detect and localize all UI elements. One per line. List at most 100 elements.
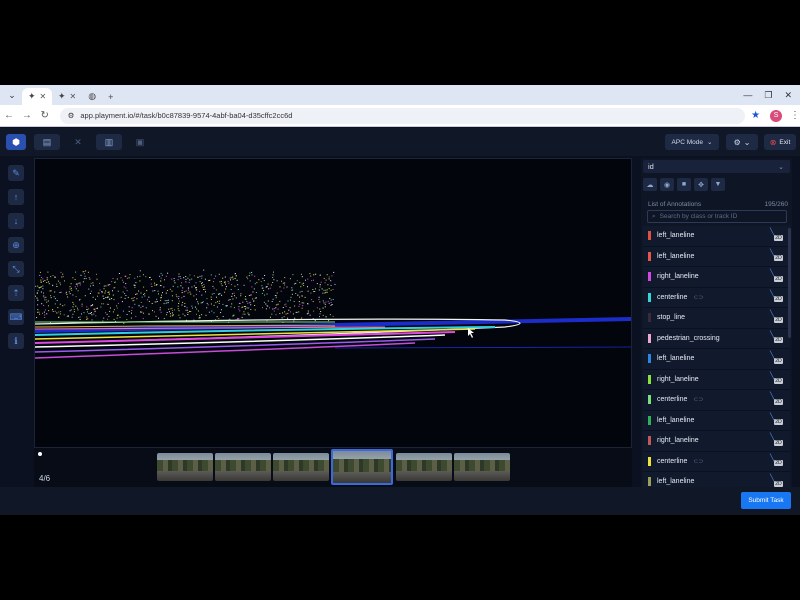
class-color-swatch	[648, 251, 651, 261]
camera-2d-icon[interactable]: ╲ 2D	[770, 434, 784, 446]
forward-icon[interactable]: →	[18, 110, 36, 121]
camera-2d-icon[interactable]: ╲ 2D	[770, 352, 784, 364]
camera-2d-icon[interactable]: ╲ 2D	[770, 373, 784, 385]
camera-2d-icon[interactable]: ╲ 2D	[770, 332, 784, 344]
annotation-row[interactable]: left_laneline ╲ 2D	[643, 226, 790, 247]
frame-strip: 4/6	[34, 447, 632, 487]
url-field[interactable]: ⚙ app.playment.io/#/task/b0c87839-9574-4…	[59, 107, 746, 124]
keyboard-icon[interactable]: ⌨	[8, 309, 24, 325]
browser-menu-icon[interactable]: ⋮	[790, 110, 800, 121]
camera-2d-icon[interactable]: ╲ 2D	[770, 270, 784, 282]
cube-view-icon[interactable]: ⬢	[6, 134, 26, 150]
reload-icon[interactable]: ↻	[36, 110, 54, 121]
browser-tab[interactable]: ◍	[82, 88, 102, 105]
frame-thumbnail[interactable]	[215, 453, 271, 481]
move-icon[interactable]: ✥	[694, 178, 708, 191]
annotation-row[interactable]: stop_line ╲ 2D	[643, 308, 790, 329]
shapes-icon[interactable]: ◉	[660, 178, 674, 191]
id-select-dropdown[interactable]: id ⌄	[643, 160, 790, 173]
arrow-up-icon[interactable]: ↑	[8, 189, 24, 205]
camera-2d-icon[interactable]: ╲ 2D	[770, 229, 784, 241]
annotation-row[interactable]: right_laneline ╲ 2D	[643, 267, 790, 288]
square-icon[interactable]: ■	[677, 178, 691, 191]
submit-task-button[interactable]: Submit Task	[741, 492, 791, 509]
pencil-icon[interactable]: ✎	[8, 165, 24, 181]
profile-avatar[interactable]: S	[770, 109, 782, 122]
class-color-swatch	[648, 477, 651, 487]
annotation-row[interactable]: right_laneline ╲ 2D	[643, 369, 790, 390]
camera-2d-icon[interactable]: ╲ 2D	[770, 291, 784, 303]
bottom-bar: Submit Task	[0, 487, 800, 515]
class-color-swatch	[648, 354, 651, 364]
settings-dropdown[interactable]: ⚙ ⌄	[726, 134, 758, 150]
annotation-row[interactable]: centerline ⊂⊃ ╲ 2D	[643, 451, 790, 472]
close-icon[interactable]: ✕	[70, 92, 77, 101]
link-icon: ⊂⊃	[693, 458, 704, 465]
link-icon: ⊂⊃	[693, 397, 704, 404]
annotation-label: right_laneline	[657, 437, 699, 445]
class-color-swatch	[648, 415, 651, 425]
annotation-label: left_laneline	[657, 355, 695, 363]
camera-layout-icon[interactable]: ▤	[34, 134, 60, 150]
site-info-icon[interactable]: ⚙	[68, 111, 75, 120]
class-color-swatch	[648, 436, 651, 446]
exit-button[interactable]: ⊗ Exit	[764, 134, 796, 150]
annotation-row[interactable]: left_laneline ╲ 2D	[643, 410, 790, 431]
frame-thumbnail[interactable]	[157, 453, 213, 481]
exit-label: Exit	[779, 138, 791, 146]
annotation-label: pedestrian_crossing	[657, 334, 720, 342]
annotation-list-header: List of Annotations 195/260	[648, 201, 788, 208]
minimize-icon[interactable]: —	[743, 90, 752, 101]
back-icon[interactable]: ←	[0, 110, 18, 121]
tab-search-icon[interactable]: ⌄	[4, 87, 20, 103]
split-view-icon[interactable]: ▥	[96, 134, 122, 150]
annotation-row[interactable]: pedestrian_crossing ╲ 2D	[643, 328, 790, 349]
frame-thumbnail[interactable]	[454, 453, 510, 481]
playment-favicon-icon: ✦	[28, 91, 36, 101]
address-bar: ← → ↻ ⚙ app.playment.io/#/task/b0c87839-…	[0, 105, 800, 127]
apc-mode-label: APC Mode	[671, 138, 703, 146]
frame-thumbnail-active[interactable]	[331, 449, 393, 485]
point-cloud-viewport[interactable]	[34, 158, 632, 488]
camera-2d-icon[interactable]: ╲ 2D	[770, 250, 784, 262]
close-window-icon[interactable]: ✕	[784, 90, 792, 101]
camera-2d-icon[interactable]: ╲ 2D	[770, 414, 784, 426]
panel-tools: ☁ ◉ ■ ✥ ▼	[643, 178, 725, 191]
apc-mode-dropdown[interactable]: APC Mode ⌄	[665, 134, 719, 150]
expand-icon[interactable]: ⤡	[8, 261, 24, 277]
globe-icon: ◍	[88, 91, 97, 101]
cloud-icon[interactable]: ☁	[643, 178, 657, 191]
search-field[interactable]: ⌕ Search by class or track ID	[647, 210, 787, 223]
browser-tab-active[interactable]: ✦ ✕	[22, 88, 52, 105]
restore-icon[interactable]: ❐	[764, 90, 772, 101]
image-view-icon[interactable]: ▣	[130, 134, 150, 150]
camera-2d-icon[interactable]: ╲ 2D	[770, 475, 784, 487]
filter-icon[interactable]: ▼	[711, 178, 725, 191]
camera-2d-icon[interactable]: ╲ 2D	[770, 393, 784, 405]
timeline-marker-icon[interactable]	[38, 452, 42, 456]
annotation-row[interactable]: right_laneline ╲ 2D	[643, 431, 790, 452]
arrow-down-icon[interactable]: ↓	[8, 213, 24, 229]
bookmark-star-icon[interactable]: ★	[751, 110, 760, 121]
point-cloud-points	[35, 269, 336, 324]
frame-thumbnail[interactable]	[396, 453, 452, 481]
frame-thumbnail[interactable]	[273, 453, 329, 481]
camera-2d-icon[interactable]: ╲ 2D	[770, 455, 784, 467]
annotation-row[interactable]: centerline ⊂⊃ ╲ 2D	[643, 287, 790, 308]
annotation-row[interactable]: left_laneline ╲ 2D	[643, 349, 790, 370]
crosshair-icon[interactable]: ✕	[68, 134, 88, 150]
zoom-icon[interactable]: ⊕	[8, 237, 24, 253]
annotation-row[interactable]: centerline ⊂⊃ ╲ 2D	[643, 390, 790, 411]
annotation-row[interactable]: left_laneline ╲ 2D	[643, 246, 790, 267]
info-icon[interactable]: ℹ	[8, 333, 24, 349]
left-toolbar: ✎ ↑ ↓ ⊕ ⤡ ⇡ ⌨ ℹ	[8, 165, 24, 349]
camera-2d-icon[interactable]: ╲ 2D	[770, 311, 784, 323]
class-color-swatch	[648, 395, 651, 405]
close-icon[interactable]: ✕	[40, 92, 47, 101]
annotation-list: left_laneline ╲ 2D left_laneline ╲ 2D right_la…	[643, 226, 790, 515]
scrollbar[interactable]	[788, 228, 791, 338]
new-tab-button[interactable]: +	[102, 88, 119, 105]
browser-tab[interactable]: ✦ ✕	[52, 88, 82, 105]
upload-icon[interactable]: ⇡	[8, 285, 24, 301]
class-color-swatch	[648, 374, 651, 384]
